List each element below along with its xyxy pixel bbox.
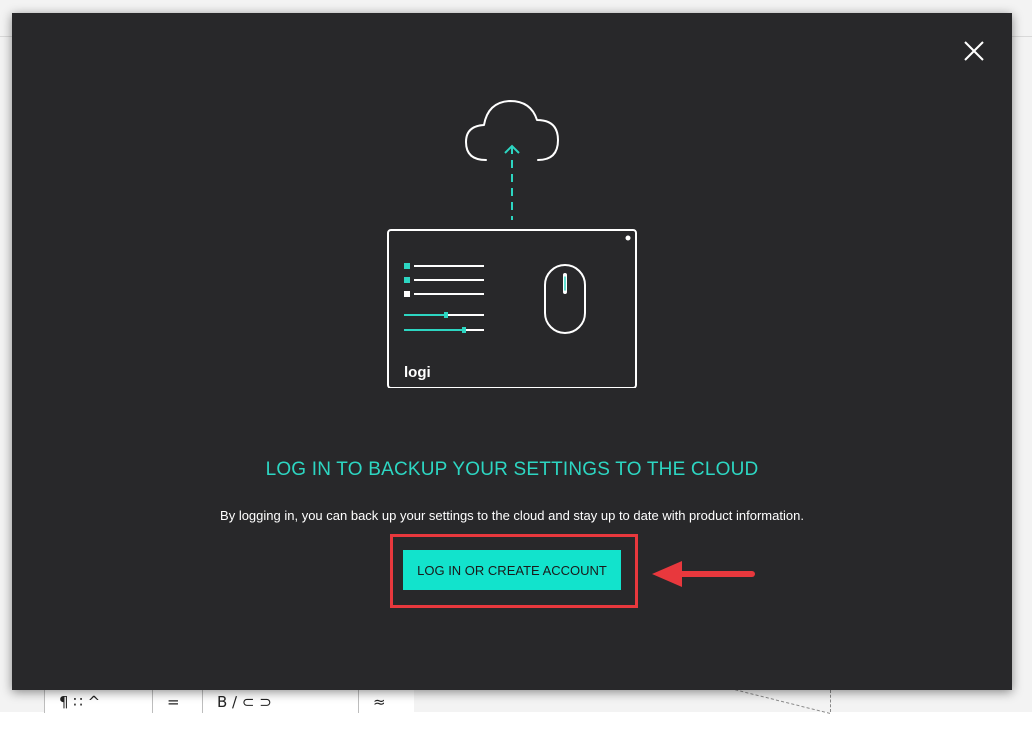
login-or-create-account-button[interactable]: LOG IN OR CREATE ACCOUNT — [403, 550, 621, 590]
logi-logo: logi — [404, 364, 431, 381]
background-dashed-vertical — [830, 690, 832, 712]
login-dialog: logi LOG IN TO BACKUP YOUR SETTINGS TO T… — [12, 13, 1012, 690]
mouse-icon — [544, 264, 586, 334]
background-toolbar: ¶ ∷ ^ = B ∕ ⊂ ⊃ ≈ — [44, 686, 414, 713]
toolbar-group-align: = — [152, 687, 203, 713]
toolbar-group-misc: ≈ — [358, 687, 413, 713]
cloud-upload-icon — [465, 100, 559, 220]
dialog-title: LOG IN TO BACKUP YOUR SETTINGS TO THE CL… — [265, 459, 759, 480]
close-icon — [964, 41, 984, 61]
dialog-subtitle: By logging in, you can back up your sett… — [220, 508, 804, 523]
cloud-backup-illustration: logi — [387, 100, 637, 388]
annotation-arrow-icon — [652, 561, 755, 587]
close-button[interactable] — [959, 36, 989, 66]
toolbar-group-paragraph: ¶ ∷ ^ — [44, 687, 153, 713]
toolbar-group-format: B ∕ ⊂ ⊃ — [202, 687, 357, 713]
